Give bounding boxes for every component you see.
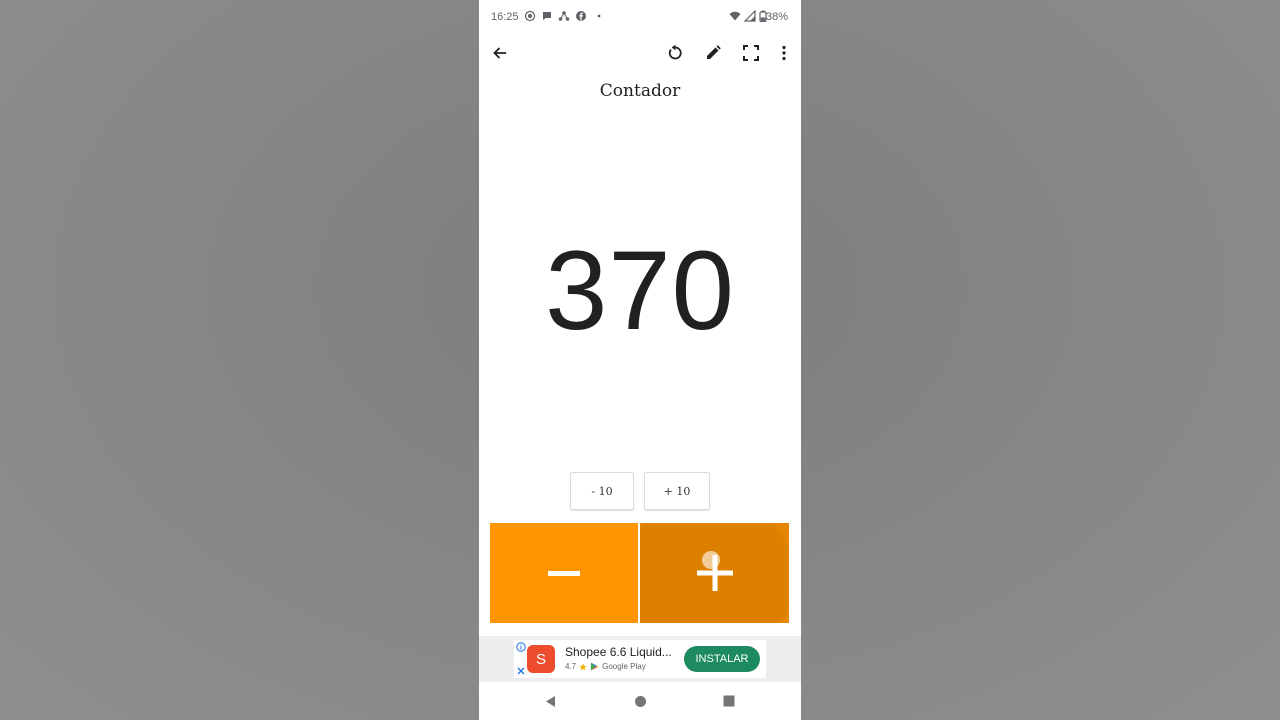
chat-bubble-icon <box>543 12 551 20</box>
navigation-bar <box>479 682 801 720</box>
nav-recents-button[interactable] <box>721 693 737 709</box>
counter-value: 370 <box>545 228 735 353</box>
fullscreen-icon <box>743 45 759 61</box>
reset-icon <box>668 44 682 60</box>
shopee-logo-letter: S <box>535 650 546 668</box>
reset-button[interactable] <box>662 40 688 66</box>
status-bar: 16:25 38% <box>479 0 801 34</box>
battery-percentage: 38% <box>765 11 788 23</box>
nav-back-icon <box>545 695 555 707</box>
back-button[interactable] <box>487 40 513 66</box>
ad-store-name: Google Play <box>602 662 646 671</box>
ad-install-button[interactable]: INSTALAR <box>684 646 760 672</box>
more-options-button[interactable] <box>771 40 797 66</box>
wifi-icon <box>729 11 741 21</box>
ad-close-icon[interactable] <box>516 666 526 676</box>
ad-rating-row: 4.7 Google Play <box>565 662 646 671</box>
ad-content[interactable]: S Shopee 6.6 Liquid... 4.7 Google Play I… <box>514 640 766 678</box>
nav-back-button[interactable] <box>542 693 558 709</box>
minus-icon <box>548 571 580 576</box>
nav-home-icon <box>634 695 646 707</box>
more-vertical-icon <box>782 45 786 61</box>
facebook-icon <box>576 11 586 21</box>
increment-button[interactable] <box>640 523 789 623</box>
dot-icon <box>597 14 601 18</box>
fullscreen-button[interactable] <box>738 40 764 66</box>
ad-rating-value: 4.7 <box>565 662 577 671</box>
status-time: 16:25 <box>491 11 519 23</box>
counter-title: Contador <box>599 81 681 101</box>
ad-app-name: Shopee 6.6 Liquid... <box>565 645 672 659</box>
ad-info-icon[interactable] <box>516 642 526 652</box>
phone-screen: 16:25 38% Contador 370 - 10 + 10 S Shope… <box>479 0 801 720</box>
nav-recents-icon <box>723 695 735 707</box>
decrement-button[interactable] <box>490 523 638 623</box>
minus-ten-button[interactable]: - 10 <box>570 472 634 510</box>
pencil-icon <box>707 45 721 59</box>
star-icon <box>579 662 587 670</box>
network-share-icon <box>558 11 570 21</box>
touch-indicator <box>702 551 720 569</box>
plus-ten-button[interactable]: + 10 <box>644 472 710 510</box>
screen-record-icon <box>524 10 536 22</box>
google-play-icon <box>591 662 599 671</box>
nav-home-button[interactable] <box>632 693 648 709</box>
edit-button[interactable] <box>700 40 726 66</box>
signal-icon <box>744 10 756 22</box>
shopee-logo: S <box>527 645 555 673</box>
ad-banner: S Shopee 6.6 Liquid... 4.7 Google Play I… <box>479 636 801 682</box>
arrow-left-icon <box>493 47 506 59</box>
